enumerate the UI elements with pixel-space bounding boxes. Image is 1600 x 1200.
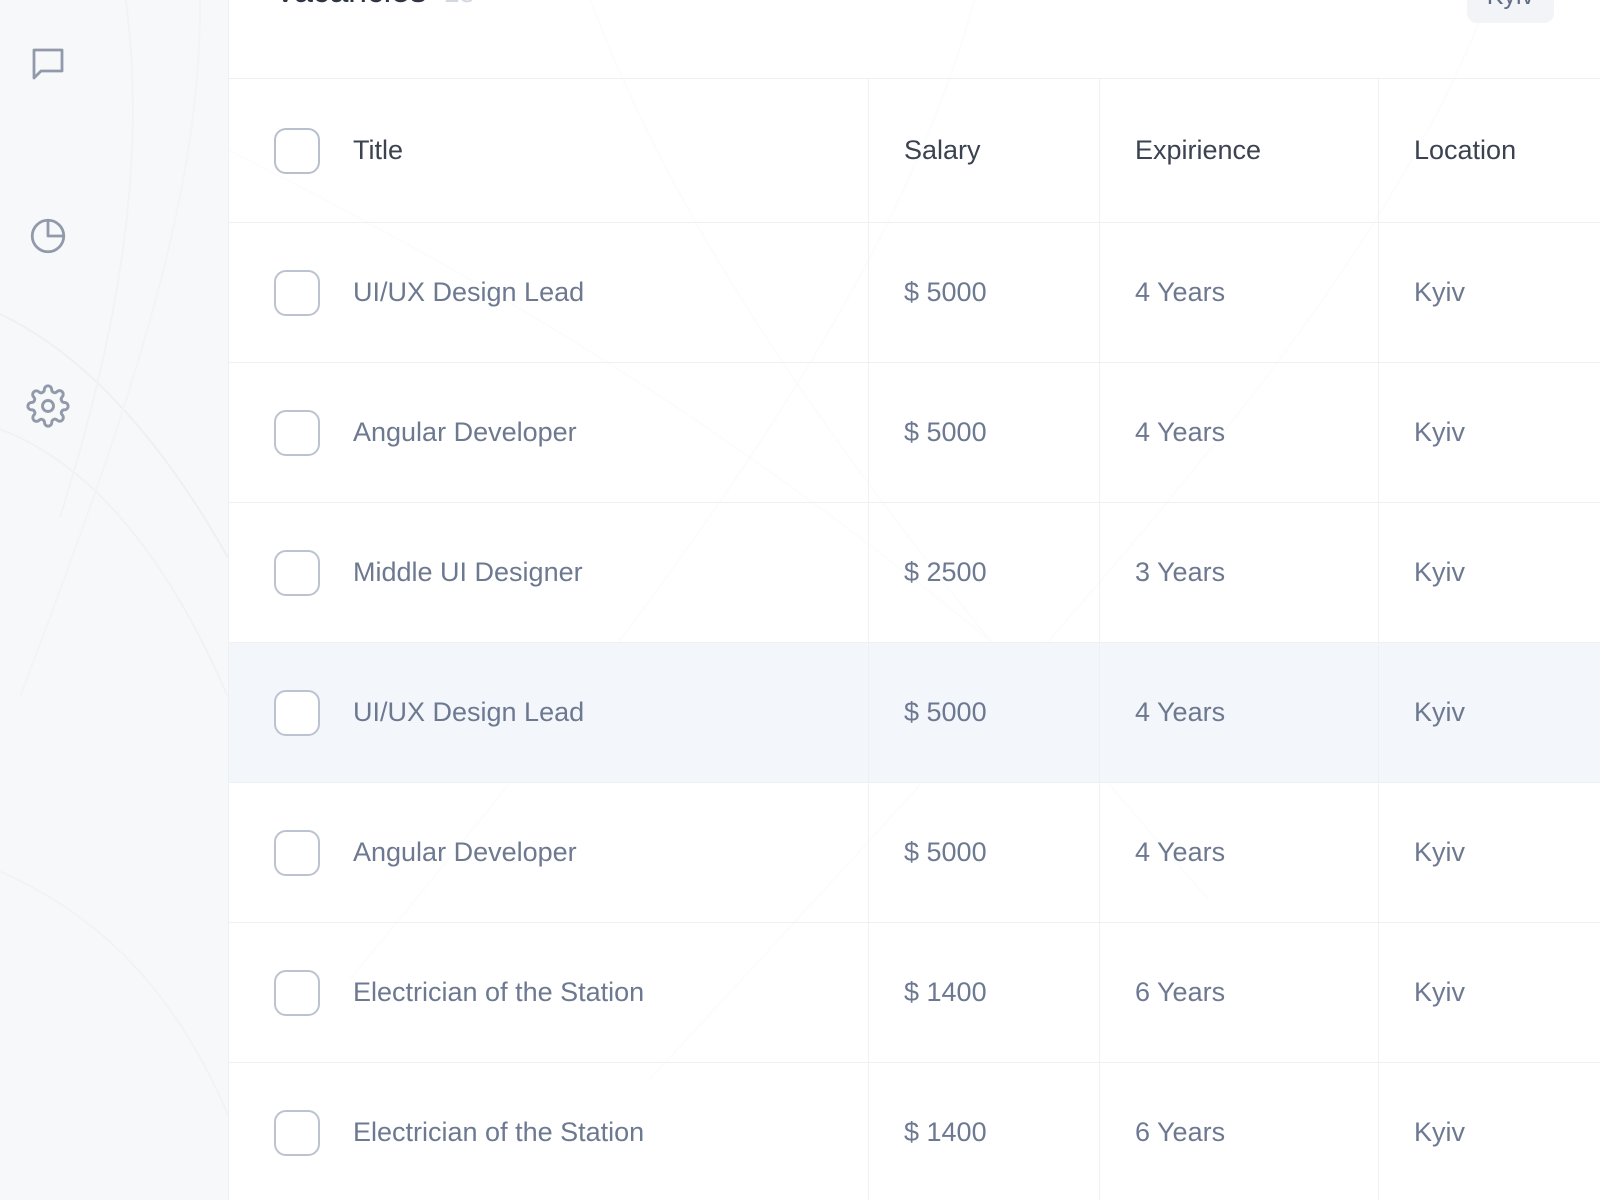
cell-salary: $ 5000	[868, 363, 1099, 502]
vacancy-experience: 3 Years	[1135, 557, 1226, 587]
vacancy-title: Electrician of the Station	[353, 1117, 645, 1147]
cell-location: Kyiv	[1378, 223, 1600, 362]
cell-salary: $ 5000	[868, 223, 1099, 362]
column-header-salary: Salary	[904, 135, 981, 165]
page-title: Vacancies	[274, 0, 427, 8]
gear-icon	[26, 384, 70, 428]
vacancy-salary: $ 1400	[904, 1117, 987, 1147]
vacancy-salary: $ 2500	[904, 557, 987, 587]
table-row[interactable]: Angular Developer $ 5000 4 Years Kyiv	[229, 363, 1600, 503]
cell-experience: 3 Years	[1099, 503, 1378, 642]
page-header: Vacancies 28 Kyiv	[229, 0, 1600, 78]
chat-bubble-icon	[26, 42, 70, 86]
cell-experience: 4 Years	[1099, 643, 1378, 782]
table-row[interactable]: Electrician of the Station $ 1400 6 Year…	[229, 1063, 1600, 1200]
cell-location: Kyiv	[1378, 1063, 1600, 1200]
row-checkbox[interactable]	[274, 269, 320, 316]
table-row[interactable]: UI/UX Design Lead $ 5000 4 Years Kyiv	[229, 643, 1600, 783]
cell-title: Angular Developer	[229, 363, 868, 502]
vacancy-title: UI/UX Design Lead	[353, 697, 585, 727]
table-row[interactable]: Electrician of the Station $ 1400 6 Year…	[229, 923, 1600, 1063]
vacancy-salary: $ 1400	[904, 977, 987, 1007]
row-checkbox[interactable]	[274, 829, 320, 876]
sidebar	[0, 0, 229, 1200]
vacancies-table: Title Salary Expirience Location UI/UX D…	[229, 78, 1600, 1200]
header-cell-location: Location	[1378, 79, 1600, 222]
vacancy-experience: 4 Years	[1135, 837, 1226, 867]
vacancy-title: UI/UX Design Lead	[353, 277, 585, 307]
vacancy-location: Kyiv	[1414, 557, 1466, 587]
sidebar-item-messages[interactable]	[0, 38, 228, 90]
cell-experience: 4 Years	[1099, 223, 1378, 362]
vacancy-experience: 6 Years	[1135, 977, 1226, 1007]
vacancy-title: Electrician of the Station	[353, 977, 645, 1007]
cell-title: UI/UX Design Lead	[229, 643, 868, 782]
vacancy-title: Middle UI Designer	[353, 557, 583, 587]
vacancy-salary: $ 5000	[904, 277, 987, 307]
cell-experience: 4 Years	[1099, 783, 1378, 922]
main-content: Vacancies 28 Kyiv Title Salary Expirienc…	[229, 0, 1600, 1200]
cell-title: Angular Developer	[229, 783, 868, 922]
city-filter-chip[interactable]: Kyiv	[1466, 0, 1554, 23]
app-root: Vacancies 28 Kyiv Title Salary Expirienc…	[0, 0, 1600, 1200]
cell-title: Middle UI Designer	[229, 503, 868, 642]
cell-salary: $ 2500	[868, 503, 1099, 642]
cell-experience: 6 Years	[1099, 1063, 1378, 1200]
cell-title: UI/UX Design Lead	[229, 223, 868, 362]
cell-location: Kyiv	[1378, 503, 1600, 642]
row-checkbox[interactable]	[274, 409, 320, 456]
cell-location: Kyiv	[1378, 643, 1600, 782]
cell-salary: $ 5000	[868, 643, 1099, 782]
row-checkbox[interactable]	[274, 969, 320, 1016]
column-header-title: Title	[353, 135, 404, 165]
vacancy-salary: $ 5000	[904, 417, 987, 447]
cell-title: Electrician of the Station	[229, 923, 868, 1062]
cell-title: Electrician of the Station	[229, 1063, 868, 1200]
vacancies-count: 28	[445, 0, 475, 7]
sidebar-item-analytics[interactable]	[0, 210, 228, 262]
header-actions: Kyiv	[1466, 0, 1554, 23]
header-cell-experience: Expirience	[1099, 79, 1378, 222]
vacancy-salary: $ 5000	[904, 697, 987, 727]
cell-salary: $ 5000	[868, 783, 1099, 922]
cell-salary: $ 1400	[868, 923, 1099, 1062]
cell-salary: $ 1400	[868, 1063, 1099, 1200]
vacancy-location: Kyiv	[1414, 417, 1466, 447]
cell-experience: 6 Years	[1099, 923, 1378, 1062]
vacancy-location: Kyiv	[1414, 277, 1466, 307]
vacancy-experience: 4 Years	[1135, 417, 1226, 447]
select-all-checkbox[interactable]	[274, 127, 320, 174]
vacancy-location: Kyiv	[1414, 697, 1466, 727]
vacancy-experience: 6 Years	[1135, 1117, 1226, 1147]
vacancy-experience: 4 Years	[1135, 697, 1226, 727]
cell-location: Kyiv	[1378, 923, 1600, 1062]
cell-location: Kyiv	[1378, 783, 1600, 922]
table-row[interactable]: Angular Developer $ 5000 4 Years Kyiv	[229, 783, 1600, 923]
vacancy-location: Kyiv	[1414, 837, 1466, 867]
pie-chart-icon	[26, 214, 70, 258]
table-row[interactable]: Middle UI Designer $ 2500 3 Years Kyiv	[229, 503, 1600, 643]
sidebar-nav	[0, 0, 228, 432]
sidebar-item-settings[interactable]	[0, 380, 228, 432]
vacancy-title: Angular Developer	[353, 837, 577, 867]
table-row[interactable]: UI/UX Design Lead $ 5000 4 Years Kyiv	[229, 223, 1600, 363]
column-header-location: Location	[1414, 135, 1517, 165]
row-checkbox[interactable]	[274, 549, 320, 596]
table-header-row: Title Salary Expirience Location	[229, 79, 1600, 223]
vacancy-salary: $ 5000	[904, 837, 987, 867]
header-cell-salary: Salary	[868, 79, 1099, 222]
header-cell-title: Title	[229, 79, 868, 222]
vacancy-title: Angular Developer	[353, 417, 577, 447]
row-checkbox[interactable]	[274, 689, 320, 736]
title-group: Vacancies 28	[274, 0, 475, 8]
cell-experience: 4 Years	[1099, 363, 1378, 502]
vacancy-location: Kyiv	[1414, 1117, 1466, 1147]
vacancy-experience: 4 Years	[1135, 277, 1226, 307]
vacancy-location: Kyiv	[1414, 977, 1466, 1007]
row-checkbox[interactable]	[274, 1109, 320, 1156]
cell-location: Kyiv	[1378, 363, 1600, 502]
column-header-experience: Expirience	[1135, 135, 1262, 165]
